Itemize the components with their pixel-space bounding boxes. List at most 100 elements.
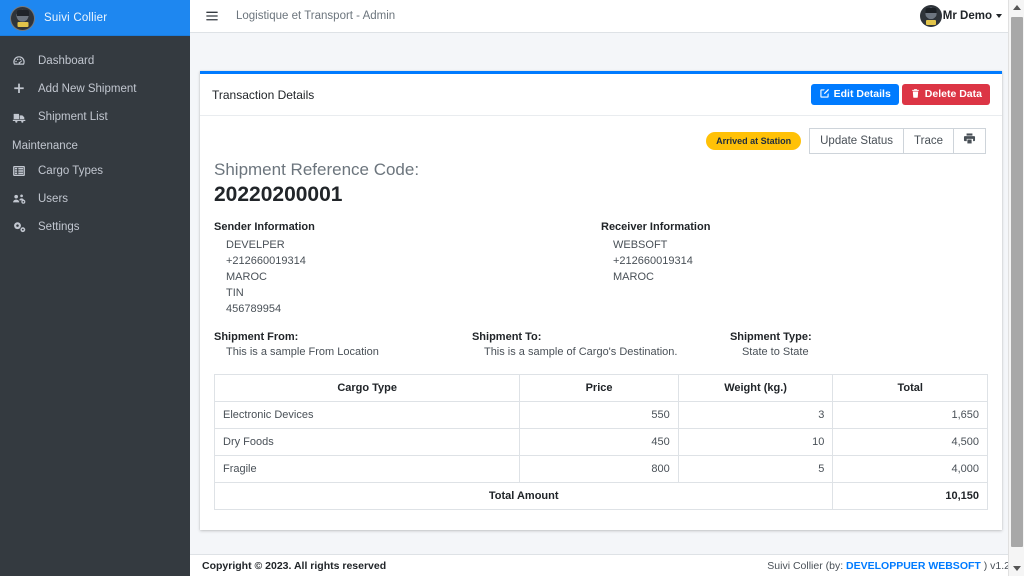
total-amount-label: Total Amount	[213, 482, 834, 511]
receiver-heading: Receiver Information	[601, 221, 711, 234]
sidebar-item-settings[interactable]: Settings	[0, 214, 190, 240]
table-row: Electronic Devices 550 3 1,650	[213, 401, 988, 430]
vertical-scrollbar[interactable]	[1008, 0, 1024, 576]
sidebar-brand[interactable]: Suivi Collier	[0, 0, 190, 36]
card-body: Arrived at Station Update Status Trace S…	[200, 116, 1002, 530]
receiver-line: +212660019314	[613, 255, 693, 268]
avatar	[919, 5, 942, 27]
cell-cargo-type: Fragile	[213, 455, 521, 484]
table-list-icon	[12, 164, 34, 178]
sender-line: DEVELPER	[226, 239, 285, 252]
cargo-table: Cargo Type Price Weight (kg.) Total Elec…	[213, 374, 988, 511]
column-header-weight: Weight (kg.)	[677, 374, 834, 403]
edit-details-label: Edit Details	[833, 88, 891, 101]
shipment-meta-row: Shipment From: This is a sample From Loc…	[214, 331, 988, 358]
sender-line: +212660019314	[226, 255, 306, 268]
sidebar-item-label: Cargo Types	[38, 165, 103, 177]
footer-credits-prefix: Suivi Collier (by:	[767, 559, 847, 572]
shipment-type-value: State to State	[741, 346, 809, 359]
sidebar-item-cargo-types[interactable]: Cargo Types	[0, 158, 190, 184]
sidebar: Suivi Collier Dashboard Add New Shipment…	[0, 0, 190, 576]
sender-block: Sender Information DEVELPER +21266001931…	[214, 221, 601, 317]
shipment-to-value: This is a sample of Cargo's Destination.	[483, 346, 678, 359]
plus-icon	[12, 82, 34, 96]
delete-data-button[interactable]: Delete Data	[901, 83, 990, 106]
users-cog-icon	[12, 192, 34, 206]
sender-line: TIN	[226, 287, 244, 300]
shipment-ref-label: Shipment Reference Code:	[214, 160, 420, 180]
cargo-table-body: Electronic Devices 550 3 1,650 Dry Foods…	[213, 401, 988, 484]
cell-price: 450	[519, 428, 679, 457]
topbar: Logistique et Transport - Admin Mr Demo	[190, 0, 1024, 33]
shipment-from-value: This is a sample From Location	[226, 346, 379, 359]
scroll-down-arrow-icon[interactable]	[1009, 561, 1024, 576]
cell-total: 4,500	[832, 428, 988, 457]
cogs-icon	[12, 220, 34, 234]
print-button[interactable]	[953, 128, 986, 155]
cell-price: 550	[519, 401, 679, 430]
user-menu-label: Mr Demo	[942, 10, 992, 22]
table-row: Dry Foods 450 10 4,500	[213, 428, 988, 457]
sidebar-item-add-new-shipment[interactable]: Add New Shipment	[0, 76, 190, 102]
receiver-line: WEBSOFT	[613, 239, 668, 252]
table-total-row: Total Amount 10,150	[213, 482, 988, 511]
status-action-row: Arrived at Station Update Status Trace	[214, 128, 988, 155]
sidebar-item-shipment-list[interactable]: Shipment List	[0, 104, 190, 130]
total-amount-value: 10,150	[832, 482, 988, 511]
pencil-square-icon	[819, 88, 830, 102]
footer-credits-link[interactable]: DEVELOPPUER WEBSOFT	[846, 560, 981, 572]
shipment-ref-code: 20220200001	[214, 183, 343, 207]
page-footer: Copyright © 2023. All rights reserved Su…	[190, 554, 1024, 576]
hamburger-icon[interactable]	[190, 0, 224, 33]
column-header-total: Total	[832, 374, 988, 403]
scroll-up-arrow-icon[interactable]	[1009, 0, 1024, 15]
shipment-type-label: Shipment Type:	[729, 331, 812, 344]
shipment-from-block: Shipment From: This is a sample From Loc…	[214, 331, 472, 358]
edit-details-button[interactable]: Edit Details	[810, 83, 899, 106]
trace-button[interactable]: Trace	[903, 128, 954, 155]
sidebar-item-label: Add New Shipment	[38, 83, 137, 95]
sender-heading: Sender Information	[214, 221, 315, 234]
card-header-actions: Edit Details Delete Data	[810, 83, 990, 106]
page-title: Transaction Details	[212, 87, 315, 102]
sidebar-nav: Dashboard Add New Shipment Shipment List…	[0, 36, 190, 240]
content-area: Transaction Details Edit Details Delete …	[190, 33, 1024, 576]
printer-icon	[963, 132, 976, 150]
status-button-group: Update Status Trace	[809, 128, 986, 155]
cell-price: 800	[519, 455, 679, 484]
sidebar-item-label: Settings	[38, 221, 80, 233]
sidebar-section-header: Maintenance	[12, 140, 78, 152]
update-status-button[interactable]: Update Status	[809, 128, 905, 155]
shipment-from-label: Shipment From:	[214, 331, 299, 344]
footer-copyright: Copyright © 2023. All rights reserved	[202, 560, 386, 572]
cell-total: 4,000	[832, 455, 988, 484]
trash-icon	[910, 88, 921, 102]
transaction-details-card: Transaction Details Edit Details Delete …	[200, 71, 1002, 531]
shipment-type-block: Shipment Type: State to State	[730, 331, 988, 358]
card-header: Transaction Details Edit Details Delete …	[200, 74, 1002, 116]
receiver-line: MAROC	[613, 271, 654, 284]
topbar-title: Logistique et Transport - Admin	[236, 10, 396, 22]
cell-total: 1,650	[832, 401, 988, 430]
status-badge: Arrived at Station	[706, 132, 802, 151]
cell-weight: 10	[677, 428, 834, 457]
column-header-price: Price	[519, 374, 679, 403]
sidebar-item-label: Dashboard	[38, 55, 95, 67]
delete-data-label: Delete Data	[924, 88, 982, 101]
shipment-to-label: Shipment To:	[471, 331, 542, 344]
cell-cargo-type: Dry Foods	[213, 428, 521, 457]
caret-down-icon	[996, 14, 1002, 18]
truck-icon	[12, 110, 34, 124]
sender-line: 456789954	[226, 303, 282, 316]
sidebar-item-users[interactable]: Users	[0, 186, 190, 212]
table-header-row: Cargo Type Price Weight (kg.) Total	[213, 374, 988, 403]
sidebar-item-dashboard[interactable]: Dashboard	[0, 48, 190, 74]
cell-weight: 3	[677, 401, 834, 430]
cargo-table-foot: Total Amount 10,150	[213, 482, 988, 511]
app-root: Suivi Collier Dashboard Add New Shipment…	[0, 0, 1024, 576]
cell-weight: 5	[677, 455, 834, 484]
table-row: Fragile 800 5 4,000	[213, 455, 988, 484]
sender-line: MAROC	[226, 271, 267, 284]
cargo-table-head: Cargo Type Price Weight (kg.) Total	[213, 374, 988, 403]
scrollbar-thumb[interactable]	[1011, 17, 1023, 547]
